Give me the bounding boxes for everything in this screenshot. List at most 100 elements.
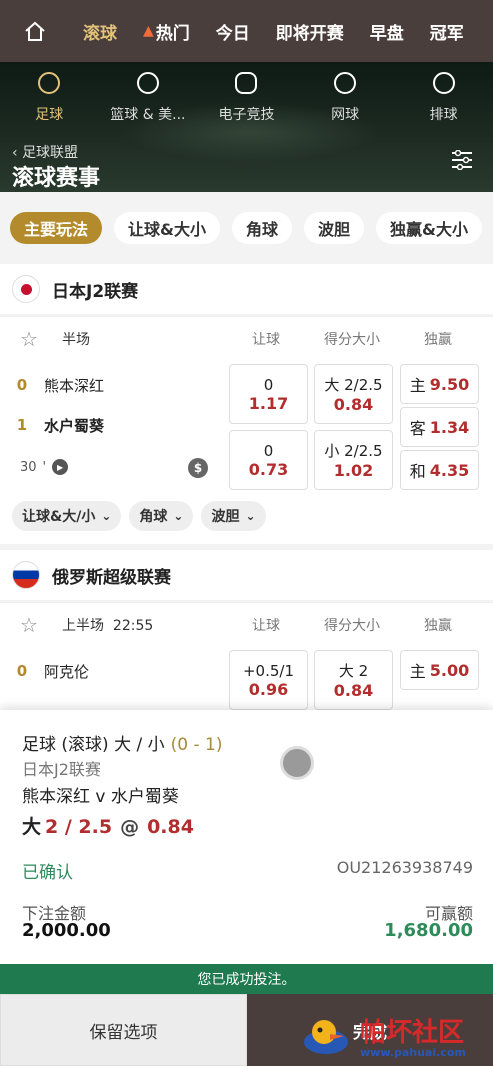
chevron-down-icon: ⌄ <box>101 509 112 523</box>
odds-price: 1.02 <box>333 461 374 480</box>
chip-corners[interactable]: 角球 ⌄ <box>129 501 194 531</box>
market-name: 足球 (滚球) 大 / 小 <box>22 735 165 755</box>
sport-soccer[interactable]: 足球 <box>1 72 97 132</box>
home-team-row: 0 阿克伦 <box>0 653 220 689</box>
odds-line: 小 2/2.5 <box>324 442 383 460</box>
receipt-market: 足球 (滚球) 大 / 小 (0 - 1) <box>22 730 222 755</box>
odds-label: 和 <box>409 462 426 481</box>
match-minute: 30 <box>20 459 37 475</box>
selection-handicap: 2 / 2.5 <box>45 816 113 838</box>
success-banner: 您已成功投注。 <box>0 964 493 994</box>
home-team-row: 0 熊本深红 <box>0 367 220 403</box>
odds-handicap-home[interactable]: +0.5/1 0.96 <box>229 650 308 710</box>
tab-today[interactable]: 今日 <box>203 19 263 44</box>
market-tab-corners[interactable]: 角球 <box>231 212 292 244</box>
odds-price: 9.50 <box>429 374 470 394</box>
filter-settings-icon[interactable] <box>451 150 473 170</box>
odds-price: 0.96 <box>248 679 289 699</box>
sport-esports[interactable]: 电子竞技 <box>198 72 294 132</box>
chevron-left-icon: ‹ <box>12 145 23 161</box>
sport-esports-label: 电子竞技 <box>218 107 275 123</box>
receipt-selection: 大2 / 2.5 @0.84 <box>22 812 194 839</box>
sport-hero: 足球 篮球 & 美... 电子竞技 网球 排球 ‹ 足球联盟 滚球赛事 <box>0 62 493 192</box>
star-icon[interactable]: ☆ <box>20 613 38 637</box>
chip-correct-score[interactable]: 波胆 ⌄ <box>201 501 266 531</box>
bet-id: OU21263938749 <box>336 858 473 877</box>
sport-volleyball[interactable]: 排球 <box>396 72 492 132</box>
mouse-icon <box>235 72 258 94</box>
odds-total-over[interactable]: 大 2/2.5 0.84 <box>314 364 393 424</box>
tab-upcoming[interactable]: 即将开赛 <box>263 19 357 44</box>
odds-price: 5.00 <box>429 660 470 680</box>
league-name: 俄罗斯超级联赛 <box>52 567 171 588</box>
play-icon[interactable]: ▶ <box>52 459 69 475</box>
at-symbol: @ <box>120 816 140 838</box>
sport-basketball[interactable]: 篮球 & 美... <box>100 72 196 132</box>
market-tab-moneyline-total[interactable]: 独赢&大小 <box>376 212 482 244</box>
odds-handicap-away[interactable]: 0 0.73 <box>229 430 308 490</box>
sport-tennis[interactable]: 网球 <box>297 72 393 132</box>
breadcrumb[interactable]: ‹ 足球联盟 <box>12 142 78 162</box>
keep-selections-button[interactable]: 保留选项 <box>0 994 247 1066</box>
odds-price: 4.35 <box>429 460 470 480</box>
sport-selector: 足球 篮球 & 美... 电子竞技 网球 排球 <box>0 72 493 132</box>
home-score: 0 <box>16 376 28 394</box>
league-header[interactable]: 俄罗斯超级联赛 <box>0 550 493 600</box>
chip-handicap-total[interactable]: 让球&大/小 ⌄ <box>12 501 122 531</box>
odds-line: 大 2 <box>338 662 369 680</box>
sport-volleyball-label: 排球 <box>429 107 458 123</box>
breadcrumb-label: 足球联盟 <box>22 145 79 161</box>
away-team-row: 1 水户蜀葵 <box>0 407 220 443</box>
odds-total-under[interactable]: 小 2/2.5 1.02 <box>314 430 393 490</box>
column-total: 得分大小 <box>324 618 380 634</box>
away-team-name: 水户蜀葵 <box>44 416 105 435</box>
match-header: ☆ 上半场 22:55 让球 得分大小 独赢 <box>0 603 493 643</box>
basketball-icon <box>136 72 159 94</box>
market-tab-handicap-total[interactable]: 让球&大小 <box>114 212 220 244</box>
tennis-racket-icon <box>334 72 357 94</box>
watermark-url: www.pahuai.com <box>360 1046 466 1059</box>
odds-moneyline-draw[interactable]: 和 4.35 <box>400 450 479 490</box>
receipt-league: 日本J2联赛 <box>22 760 101 779</box>
odds-price: 1.17 <box>248 393 289 413</box>
odds-moneyline-home[interactable]: 主 5.00 <box>400 650 479 690</box>
match-period: 上半场 22:55 <box>62 615 153 635</box>
market-tabs: 主要玩法 让球&大小 角球 波胆 独赢&大小 <box>0 192 493 264</box>
japan-flag-icon <box>12 275 40 303</box>
odds-moneyline-home[interactable]: 主 9.50 <box>400 364 479 404</box>
tab-early[interactable]: 早盘 <box>357 19 417 44</box>
odds-handicap-home[interactable]: 0 1.17 <box>229 364 308 424</box>
odds-total-over[interactable]: 大 2 0.84 <box>314 650 393 710</box>
odds-moneyline-away[interactable]: 客 1.34 <box>400 407 479 447</box>
league-name: 日本J2联赛 <box>52 281 139 302</box>
watermark-text: 帕坏社区 <box>360 1018 465 1048</box>
odds-label: 客 <box>409 419 426 438</box>
live-score: (0 - 1) <box>170 735 223 755</box>
home-team-name: 阿克伦 <box>44 662 90 681</box>
tab-hot[interactable]: ▲ 热门 <box>130 19 203 44</box>
floating-assist-button[interactable] <box>280 746 314 780</box>
odds-price: 0.73 <box>248 459 289 479</box>
market-tab-main[interactable]: 主要玩法 <box>10 212 103 244</box>
home-button[interactable] <box>0 0 70 62</box>
chevron-down-icon: ⌄ <box>245 509 256 523</box>
odds-line: 0 <box>263 441 274 460</box>
watermark-logo-icon <box>304 1020 348 1054</box>
potential-win-amount: 1,680.00 <box>384 920 473 941</box>
tab-outright[interactable]: 冠军 <box>417 19 477 44</box>
market-tab-correct-score[interactable]: 波胆 <box>304 212 365 244</box>
column-moneyline: 独赢 <box>424 332 452 348</box>
tab-inplay[interactable]: 滚球 <box>70 19 130 44</box>
selection-side: 大 <box>22 816 42 838</box>
russia-flag-icon <box>12 561 40 589</box>
cashout-dollar-icon[interactable]: $ <box>188 458 208 478</box>
sport-tennis-label: 网球 <box>331 107 360 123</box>
star-icon[interactable]: ☆ <box>20 327 38 351</box>
odds-line: 大 2/2.5 <box>324 376 383 394</box>
receipt-fixture: 熊本深红 v 水户蜀葵 <box>22 787 179 807</box>
top-nav: 滚球 ▲ 热门 今日 即将开赛 早盘 冠军 <box>0 0 493 62</box>
column-total: 得分大小 <box>324 332 380 348</box>
odds-line: +0.5/1 <box>242 661 295 680</box>
odds-label: 主 <box>409 662 426 681</box>
league-header[interactable]: 日本J2联赛 <box>0 264 493 314</box>
